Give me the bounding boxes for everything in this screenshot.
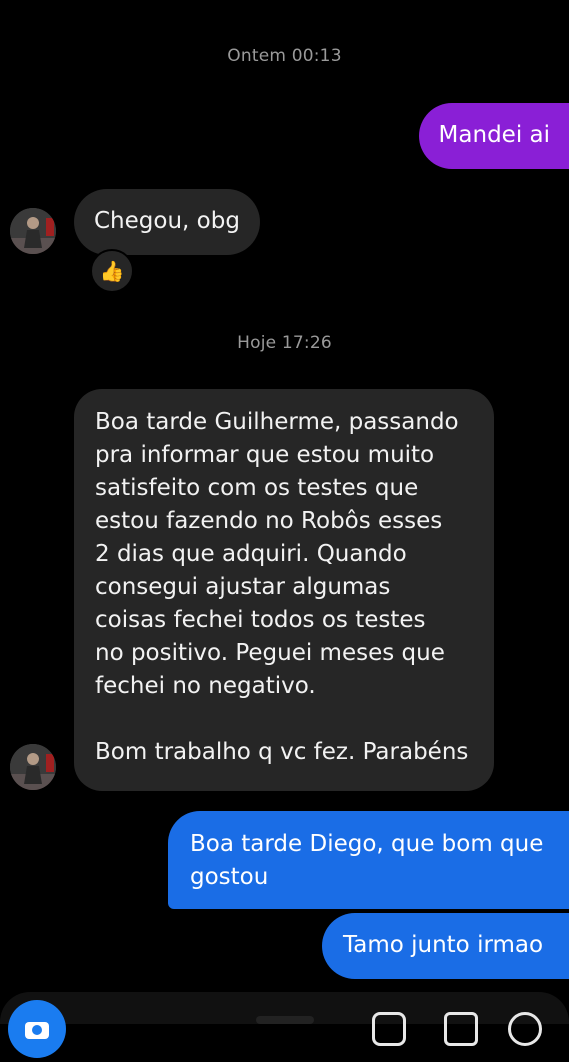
- camera-icon: [25, 1022, 49, 1039]
- composer-input[interactable]: [256, 1016, 314, 1024]
- message-bubble-incoming[interactable]: Chegou, obg: [74, 189, 260, 255]
- timestamp-today: Hoje 17:26: [237, 333, 332, 353]
- camera-button[interactable]: [8, 1000, 66, 1058]
- message-bubble-incoming[interactable]: Boa tarde Guilherme, passando pra inform…: [74, 389, 494, 791]
- message-bubble-outgoing[interactable]: Tamo junto irmao: [322, 913, 569, 979]
- contact-avatar[interactable]: [10, 744, 56, 790]
- avatar-icon: [10, 744, 56, 790]
- message-bubble-outgoing[interactable]: Mandei ai: [418, 103, 569, 169]
- reaction-thumbs-up[interactable]: 👍: [90, 249, 134, 293]
- gallery-icon[interactable]: [444, 1012, 478, 1046]
- microphone-icon[interactable]: [372, 1012, 406, 1046]
- sticker-icon[interactable]: [508, 1012, 542, 1046]
- timestamp-yesterday: Ontem 00:13: [227, 46, 342, 66]
- thumbs-up-icon: 👍: [99, 259, 125, 283]
- avatar-icon: [10, 208, 56, 254]
- contact-avatar[interactable]: [10, 208, 56, 254]
- message-bubble-outgoing[interactable]: Boa tarde Diego, que bom que gostou: [168, 811, 569, 909]
